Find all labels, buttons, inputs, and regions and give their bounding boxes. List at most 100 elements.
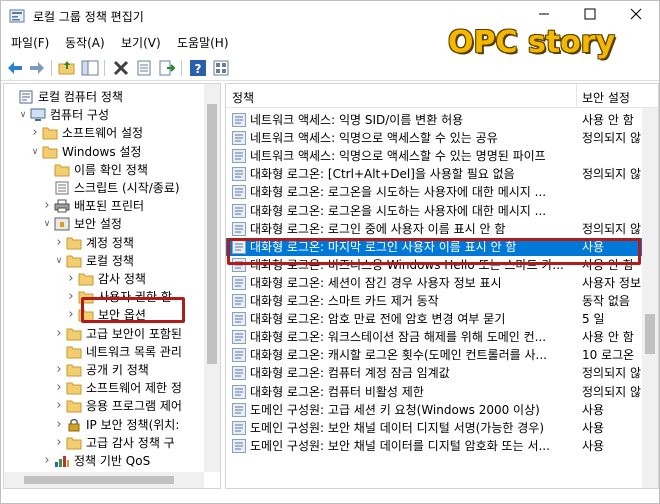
expand-icon[interactable]: › bbox=[42, 197, 52, 215]
policy-security-setting: 정의되지 않 bbox=[582, 384, 642, 399]
policy-row[interactable]: 네트워크 액세스: 익명으로 액세스할 수 있는 명명된 파이프 bbox=[226, 147, 642, 165]
expand-icon[interactable]: › bbox=[54, 397, 64, 415]
export-list-icon[interactable] bbox=[158, 59, 176, 77]
expand-icon[interactable]: › bbox=[42, 452, 52, 470]
menu-file[interactable]: 파일(F) bbox=[11, 34, 49, 51]
tree-hscroll-thumb[interactable] bbox=[24, 476, 174, 484]
policy-name: 대화형 로그온: 로그인 중에 사용자 이름 표시 안 함 bbox=[250, 221, 506, 236]
ip-security-icon bbox=[66, 418, 82, 432]
tree-node[interactable]: 네트워크 목록 관리 bbox=[4, 343, 204, 361]
tree-node[interactable]: › 응용 프로그램 제어 bbox=[4, 397, 204, 415]
policy-security-setting: 정의되지 않 bbox=[582, 221, 642, 236]
folder-icon bbox=[42, 126, 58, 140]
list-scroll-thumb[interactable] bbox=[645, 314, 655, 354]
collapse-icon[interactable]: ∨ bbox=[42, 215, 52, 233]
tree-node[interactable]: › 소프트웨어 제한 정 bbox=[4, 379, 204, 397]
policy-row[interactable]: 도메인 구성원: 보안 채널 데이터 디지털 서명(가능한 경우) 사용 bbox=[226, 419, 642, 437]
computer-icon bbox=[30, 108, 46, 122]
view-icon[interactable] bbox=[212, 59, 230, 77]
tree-node[interactable]: › 공개 키 정책 bbox=[4, 361, 204, 379]
policy-security-setting: 10 로그온 bbox=[582, 348, 635, 363]
folder-up-icon[interactable] bbox=[58, 59, 76, 77]
policy-name: 대화형 로그온: 컴퓨터 계정 잠금 임계값 bbox=[250, 366, 450, 381]
tree-node[interactable]: › IP 보안 정책(위치: bbox=[4, 416, 204, 434]
policy-name: 네트워크 액세스: 익명으로 액세스할 수 있는 공유 bbox=[250, 131, 498, 146]
policy-row[interactable]: 대화형 로그온: 캐시할 로그온 횟수(도메인 컨트롤러를 사... 10 로그온 bbox=[226, 346, 642, 364]
policy-setting-icon bbox=[232, 113, 246, 127]
policy-row[interactable]: 네트워크 액세스: 익명 SID/이름 변환 허용 사용 안 함 bbox=[226, 111, 642, 129]
list-vertical-scrollbar[interactable] bbox=[642, 108, 658, 488]
tree-node[interactable]: › 감사 정책 bbox=[4, 270, 204, 288]
tree-node[interactable]: 로컬 컴퓨터 정책 bbox=[4, 88, 204, 106]
tree-node-label: 네트워크 목록 관리 bbox=[86, 344, 182, 359]
tree-node[interactable]: ∨ 컴퓨터 구성 bbox=[4, 106, 204, 124]
policy-row[interactable]: 대화형 로그온: [Ctrl+Alt+Del]을 사용할 필요 없음 정의되지 않 bbox=[226, 165, 642, 183]
tree-node[interactable]: › 배포된 프린터 bbox=[4, 197, 204, 215]
gpedit-window: 로컬 그룹 정책 편집기 파일(F) 동작(A) 보기(V) 도움말(H) OP… bbox=[0, 0, 660, 504]
column-header-setting[interactable]: 보안 설정 bbox=[582, 89, 630, 106]
menu-action[interactable]: 동작(A) bbox=[65, 34, 105, 51]
collapse-icon[interactable]: ∨ bbox=[18, 106, 28, 124]
policy-row[interactable]: 대화형 로그온: 로그온을 시도하는 사용자에 대한 메시지 ... bbox=[226, 202, 642, 220]
expand-icon[interactable]: › bbox=[54, 434, 64, 452]
help-icon[interactable]: ? bbox=[189, 59, 207, 77]
collapse-icon[interactable]: ∨ bbox=[54, 252, 64, 270]
expand-icon[interactable]: › bbox=[66, 306, 76, 324]
folder-icon bbox=[66, 327, 82, 341]
delete-icon[interactable] bbox=[112, 59, 130, 77]
expand-icon[interactable]: › bbox=[30, 124, 40, 142]
show-hide-tree-icon[interactable] bbox=[81, 59, 99, 77]
policy-row[interactable]: 대화형 로그온: 워크스테이션 잠금 해제를 위해 도메인 컨... 사용 안 함 bbox=[226, 328, 642, 346]
policy-row[interactable]: 대화형 로그온: 컴퓨터 비활성 제한 정의되지 않 bbox=[226, 383, 642, 401]
policy-setting-icon bbox=[232, 167, 246, 182]
policy-security-setting: 정의되지 않 bbox=[582, 131, 642, 146]
expand-icon[interactable]: › bbox=[54, 361, 64, 379]
minimize-icon bbox=[539, 13, 549, 15]
tree-scroll-thumb[interactable] bbox=[207, 104, 217, 364]
tree-node[interactable]: › 정책 기반 QoS bbox=[4, 452, 204, 470]
policy-row[interactable]: 도메인 구성원: 보안 채널 데이터를 디지털 암호화 또는 서... 사용 bbox=[226, 437, 642, 455]
tree-node[interactable]: ∨ 보안 설정 bbox=[4, 215, 204, 233]
collapse-icon[interactable]: ∨ bbox=[30, 143, 40, 161]
expand-icon[interactable]: › bbox=[66, 270, 76, 288]
gpedit-app-icon bbox=[9, 9, 25, 23]
tree-node[interactable]: › 고급 보안이 포함된 bbox=[4, 325, 204, 343]
expand-icon[interactable]: › bbox=[54, 325, 64, 343]
tree-node[interactable]: 스크립트 (시작/종료) bbox=[4, 179, 204, 197]
policy-row[interactable]: 네트워크 액세스: 익명으로 액세스할 수 있는 공유 정의되지 않 bbox=[226, 129, 642, 147]
expand-icon[interactable]: › bbox=[54, 379, 64, 397]
policy-row[interactable]: 도메인 구성원: 고급 세션 키 요청(Windows 2000 이상) 사용 bbox=[226, 401, 642, 419]
policy-name: 대화형 로그온: [Ctrl+Alt+Del]을 사용할 필요 없음 bbox=[250, 167, 515, 182]
tree-node[interactable]: 이름 확인 정책 bbox=[4, 161, 204, 179]
menu-help[interactable]: 도움말(H) bbox=[177, 34, 229, 51]
column-separator[interactable] bbox=[576, 84, 577, 108]
policy-row[interactable]: 대화형 로그온: 컴퓨터 계정 잠금 임계값 정의되지 않 bbox=[226, 364, 642, 382]
tree-node[interactable]: ∨ 로컬 정책 bbox=[4, 252, 204, 270]
properties-icon[interactable] bbox=[135, 59, 153, 77]
close-button[interactable] bbox=[613, 1, 659, 31]
policy-row[interactable]: 대화형 로그온: 로그온을 시도하는 사용자에 대한 메시지 ... bbox=[226, 183, 642, 201]
tree-vertical-scrollbar[interactable] bbox=[204, 84, 220, 472]
tree-node[interactable]: › 소프트웨어 설정 bbox=[4, 124, 204, 142]
expand-icon[interactable]: › bbox=[66, 288, 76, 306]
expand-icon[interactable]: › bbox=[54, 234, 64, 252]
policy-row[interactable]: 대화형 로그온: 암호 만료 전에 암호 변경 여부 묻기 5 일 bbox=[226, 310, 642, 328]
tree-node[interactable]: ∨ Windows 설정 bbox=[4, 143, 204, 161]
policy-row[interactable]: 대화형 로그온: 스마트 카드 제거 동작 동작 없음 bbox=[226, 292, 642, 310]
policy-row[interactable]: 대화형 로그온: 세션이 잠긴 경우 사용자 정보 표시 사용자 정보 bbox=[226, 274, 642, 292]
close-icon bbox=[630, 8, 642, 20]
policy-name: 도메인 구성원: 고급 세션 키 요청(Windows 2000 이상) bbox=[250, 402, 540, 417]
expand-icon[interactable]: › bbox=[54, 416, 64, 434]
back-arrow-icon[interactable] bbox=[6, 59, 24, 77]
policy-row[interactable]: 대화형 로그온: 로그인 중에 사용자 이름 표시 안 함 정의되지 않 bbox=[226, 220, 642, 238]
tree-node[interactable]: › 계정 정책 bbox=[4, 234, 204, 252]
column-header-policy[interactable]: 정책 bbox=[232, 89, 254, 106]
forward-arrow-icon[interactable] bbox=[28, 59, 46, 77]
policy-security-setting: 사용 bbox=[582, 402, 605, 417]
tree-horizontal-scrollbar[interactable] bbox=[4, 472, 204, 488]
tree-node-label: 로컬 정책 bbox=[86, 253, 134, 268]
status-bar bbox=[1, 491, 659, 503]
menu-view[interactable]: 보기(V) bbox=[121, 34, 161, 51]
tree-node[interactable]: › 고급 감사 정책 구 bbox=[4, 434, 204, 452]
tree-node-label: 이름 확인 정책 bbox=[74, 162, 148, 177]
